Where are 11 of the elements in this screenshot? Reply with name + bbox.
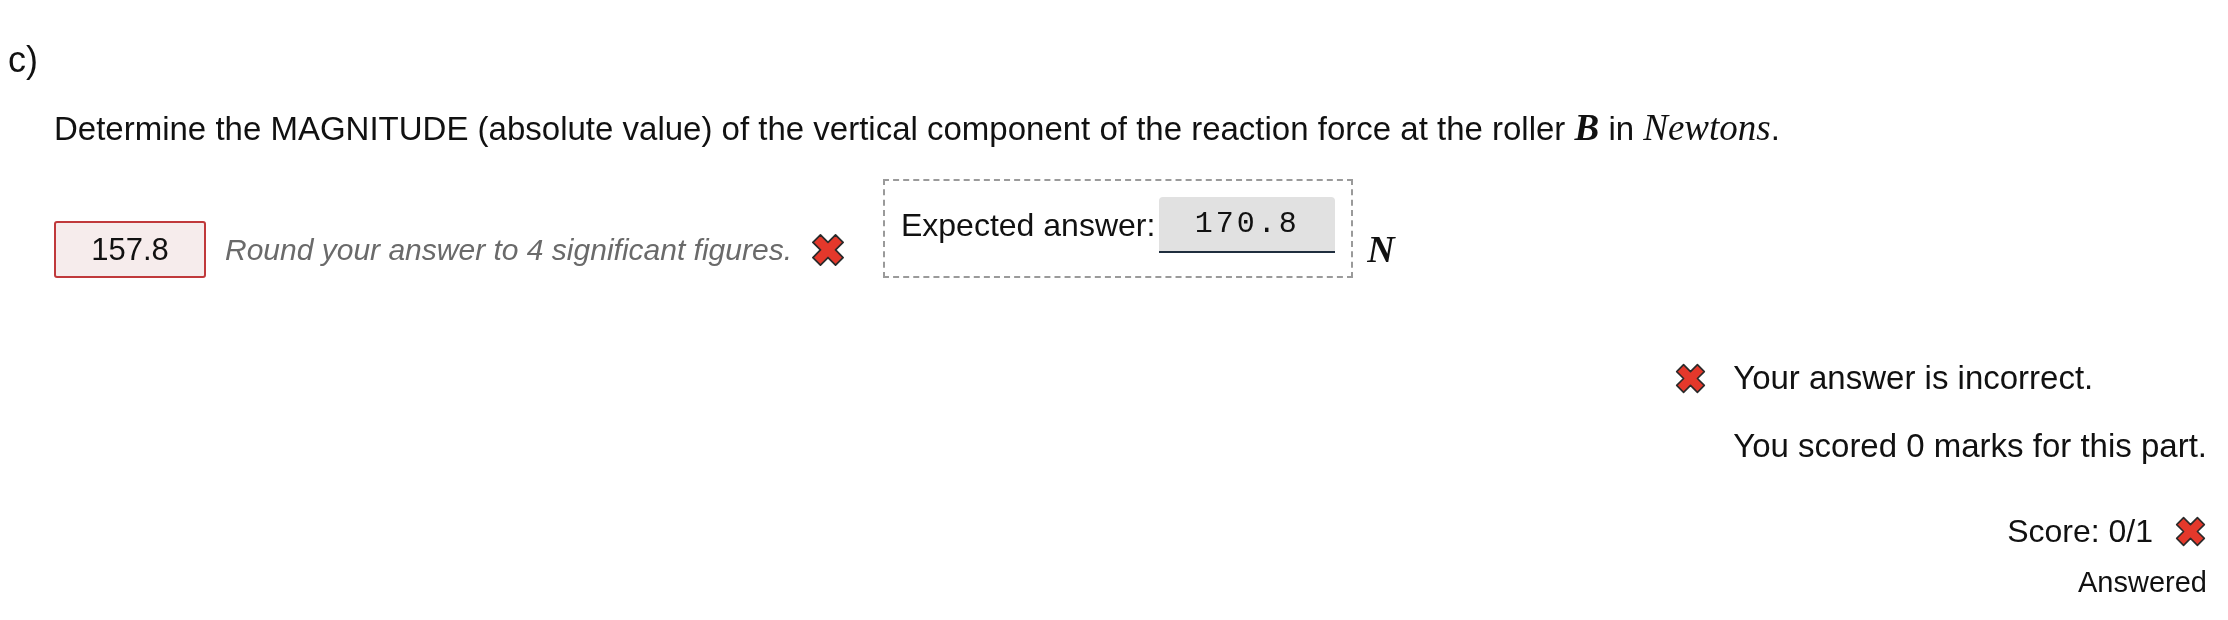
score-text: Score: 0/1: [2007, 512, 2153, 550]
question-text: Determine the MAGNITUDE (absolute value) of the vertical component of the reaction force at the roller B in Newtons.: [54, 109, 1780, 148]
part-label: c): [8, 38, 38, 81]
status-text: Answered: [2078, 566, 2207, 598]
unit-text: N: [1367, 228, 1395, 270]
hint-text: Round your answer to 4 significant figures.: [225, 232, 792, 268]
feedback-message: Your answer is incorrect.: [1733, 359, 2095, 397]
marks-message: You scored 0 marks for this part.: [1733, 427, 2207, 465]
expected-answer-field[interactable]: 170.8: [1159, 197, 1336, 253]
answer-field[interactable]: 157.8: [54, 221, 206, 278]
expected-answer-label: Expected answer:: [900, 206, 1156, 244]
